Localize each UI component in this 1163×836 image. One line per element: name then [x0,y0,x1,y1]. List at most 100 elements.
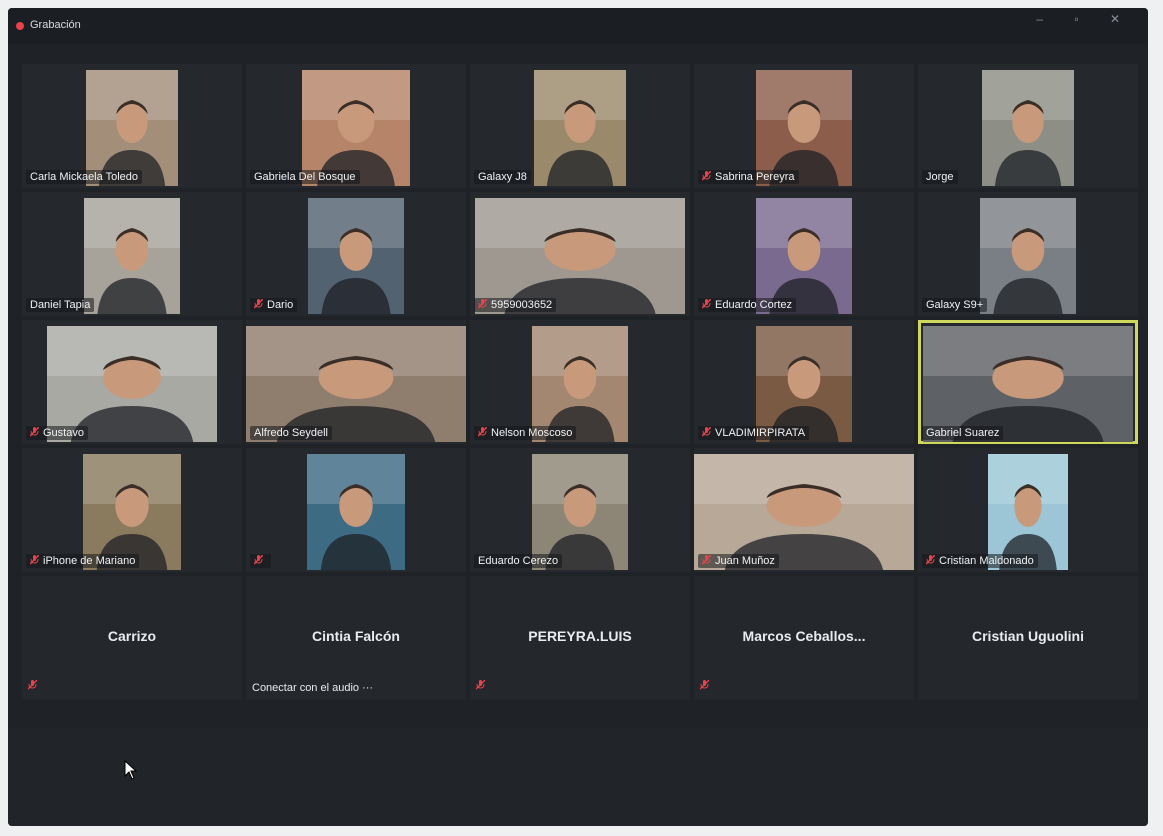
participant-video [756,326,852,442]
participant-video [694,454,914,570]
participant-name-label: Daniel Tapia [26,298,95,312]
participant-name: Gabriela Del Bosque [254,171,356,183]
participant-video [534,70,626,186]
participant-tile[interactable]: iPhone de Mariano [22,448,242,572]
gallery-view: Carla Mickaela Toledo Gabriela Del Bosque… [22,64,1148,714]
participant-name: Gustavo [43,427,84,439]
meeting-top-bar: Grabación – ▫ ✕ [8,8,1148,44]
participant-name: Eduardo Cerezo [478,555,559,567]
participant-tile[interactable]: Eduardo Cerezo [470,448,690,572]
muted-mic-icon [702,171,711,181]
participant-name: Eduardo Cortez [715,299,793,311]
audio-only-tile[interactable]: Cintia Falcón Conectar con el audio ··· [246,576,466,700]
window-controls[interactable]: – ▫ ✕ [1036,12,1134,26]
participant-tile[interactable]: Sabrina Pereyra [694,64,914,188]
participant-tile[interactable]: Eduardo Cortez [694,192,914,316]
participant-tile[interactable]: 5959003652 [470,192,690,316]
audio-only-tile[interactable]: PEREYRA.LUIS [470,576,690,700]
participant-video [532,454,628,570]
muted-mic-icon [926,555,935,565]
participant-tile[interactable]: Gabriel Suarez [918,320,1138,444]
participant-name: Alfredo Seydell [254,427,328,439]
participant-name: Carla Mickaela Toledo [30,171,139,183]
muted-mic-icon [702,299,711,309]
meeting-window: Grabación – ▫ ✕ Carla Mickaela Toledo Gab… [8,8,1148,826]
muted-mic-icon [478,427,487,437]
participant-video [47,326,217,442]
participant-tile[interactable]: Juan Muñoz [694,448,914,572]
participant-video [246,326,466,442]
participant-tile[interactable]: Cristian Maldonado [918,448,1138,572]
participant-name-label: Cristian Maldonado [922,554,1038,568]
participant-video [84,198,180,314]
participant-name-label: Eduardo Cortez [698,298,797,312]
participant-name: PEREYRA.LUIS [528,628,632,644]
participant-name-label: Sabrina Pereyra [698,170,799,184]
participant-name: Galaxy J8 [478,171,527,183]
participant-name: Jorge [926,171,954,183]
participant-tile[interactable]: Gabriela Del Bosque [246,64,466,188]
participant-name-label: VLADIMIRPIRATA [698,426,810,440]
participant-name-label: Alfredo Seydell [250,426,332,440]
participant-name: Cristian Maldonado [939,555,1034,567]
audio-only-tile[interactable]: Cristian Uguolini [918,576,1138,700]
participant-name: Juan Muñoz [715,555,775,567]
participant-video [532,326,628,442]
muted-mic-icon [28,680,37,690]
participant-name-label: 5959003652 [474,298,557,312]
participant-tile[interactable]: VLADIMIRPIRATA [694,320,914,444]
participant-name: Nelson Moscoso [491,427,573,439]
participant-name: Carrizo [107,628,157,644]
participant-name: iPhone de Mariano [43,555,136,567]
muted-mic-icon [702,555,711,565]
participant-name-label: Jorge [922,170,958,184]
participant-tile[interactable]: Galaxy S9+ [918,192,1138,316]
participant-name: Cintia Falcón [312,628,400,644]
participant-name-label: Gustavo [26,426,88,440]
muted-indicator [476,676,489,694]
participant-tile[interactable]: Galaxy J8 [470,64,690,188]
participant-video [308,198,404,314]
participant-tile[interactable]: Nelson Moscoso [470,320,690,444]
participant-name-label: Nelson Moscoso [474,426,577,440]
participant-name: Cristian Uguolini [972,628,1084,644]
connect-audio-status: Conectar con el audio ··· [252,682,374,694]
muted-mic-icon [254,299,263,309]
participant-tile[interactable]: Alfredo Seydell [246,320,466,444]
participant-video [302,70,410,186]
participant-name: Marcos Ceballos... [742,628,866,644]
participant-tile[interactable]: Gustavo [22,320,242,444]
participant-tile[interactable]: Jorge [918,64,1138,188]
mouse-pointer-icon [124,760,138,780]
muted-mic-icon [30,427,39,437]
muted-mic-icon [254,555,263,565]
audio-only-tile[interactable]: Carrizo [22,576,242,700]
muted-mic-icon [702,427,711,437]
participant-tile[interactable]: Daniel Tapia [22,192,242,316]
audio-only-tile[interactable]: Marcos Ceballos... [694,576,914,700]
participant-video [756,198,852,314]
recording-icon [16,22,24,30]
muted-indicator [28,676,41,694]
participant-name-label: Dario [250,298,298,312]
muted-mic-icon [478,299,487,309]
participant-name-label: Galaxy S9+ [922,298,988,312]
participant-video [923,326,1133,442]
participant-video [475,198,685,314]
participant-video [86,70,178,186]
participant-tile[interactable] [246,448,466,572]
participant-video [988,454,1068,570]
muted-mic-icon [476,680,485,690]
participant-tile[interactable]: Dario [246,192,466,316]
participant-name: Dario [267,299,294,311]
participant-name-label: iPhone de Mariano [26,554,140,568]
muted-mic-icon [700,680,709,690]
muted-mic-icon [30,555,39,565]
participant-name-label: Carla Mickaela Toledo [26,170,143,184]
participant-name: Galaxy S9+ [926,299,984,311]
participant-tile[interactable]: Carla Mickaela Toledo [22,64,242,188]
participant-video [756,70,852,186]
participant-name-label: Gabriel Suarez [922,426,1004,440]
participant-name: 5959003652 [491,299,553,311]
participant-video [980,198,1076,314]
